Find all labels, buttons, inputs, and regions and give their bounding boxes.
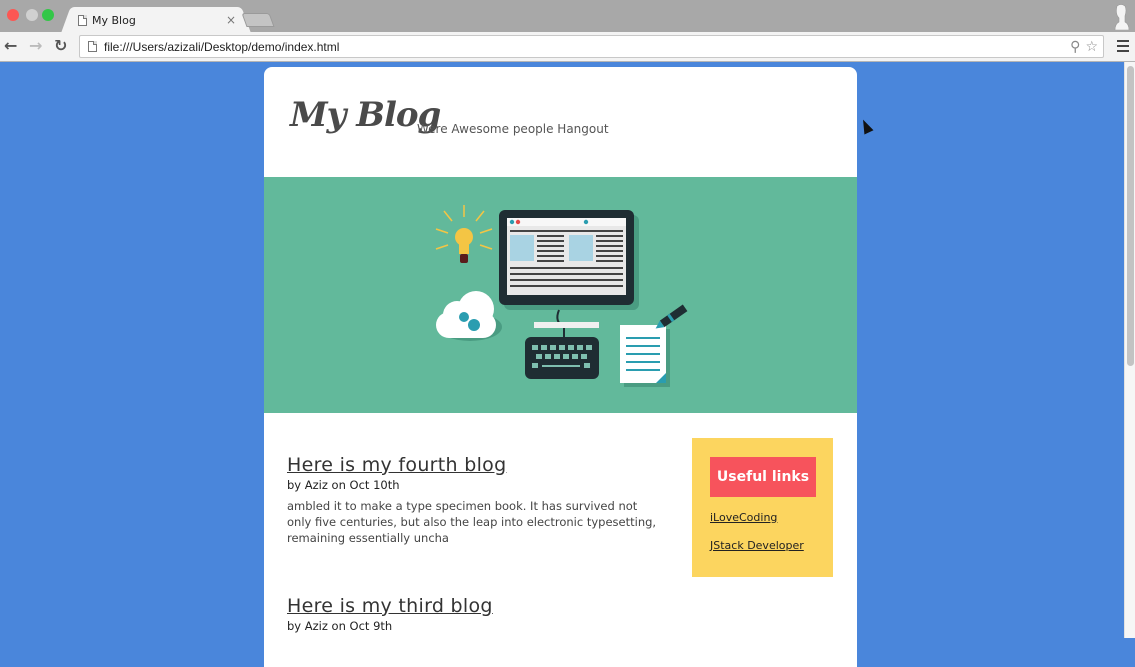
page-icon — [88, 41, 97, 52]
blog-post: Here is my third blog by Aziz on Oct 9th — [287, 595, 667, 633]
back-button[interactable]: ← — [4, 38, 17, 54]
profile-avatar-icon[interactable] — [1113, 4, 1129, 30]
post-meta: by Aziz on Oct 10th — [287, 478, 400, 492]
sidebar-link-ilovecoding[interactable]: iLoveCoding — [710, 511, 777, 524]
browser-chrome: My Blog × ← → ↻ file:///Users/azizali/De… — [0, 0, 1135, 62]
address-bar[interactable]: file:///Users/azizali/Desktop/demo/index… — [79, 35, 1104, 58]
close-window-button[interactable] — [7, 9, 19, 21]
page-viewport: My Blog Were Awesome people Hangout Here… — [0, 62, 1135, 667]
useful-links-sidebar: Useful links iLoveCoding JStack Develope… — [692, 438, 833, 577]
browser-toolbar: ← → ↻ file:///Users/azizali/Desktop/demo… — [0, 32, 1135, 62]
maximize-window-button[interactable] — [42, 9, 54, 21]
tab-close-icon[interactable]: × — [226, 13, 236, 27]
useful-links-heading[interactable]: Useful links — [710, 457, 816, 497]
page-icon — [78, 14, 87, 26]
tab-strip: My Blog × — [0, 0, 1135, 32]
new-tab-button[interactable] — [241, 13, 275, 27]
reload-button[interactable]: ↻ — [54, 38, 67, 54]
zoom-icon[interactable]: ⚲ — [1070, 39, 1080, 55]
site-header: My Blog Were Awesome people Hangout — [264, 67, 857, 177]
scrollbar-thumb[interactable] — [1127, 66, 1134, 366]
site-tagline: Were Awesome people Hangout — [417, 122, 609, 136]
keyboard-icon — [525, 337, 599, 379]
blog-post: Here is my fourth blog by Aziz on Oct 10… — [287, 454, 667, 546]
url-text[interactable]: file:///Users/azizali/Desktop/demo/index… — [104, 40, 1070, 54]
minimize-window-button[interactable] — [26, 9, 38, 21]
hero-illustration — [264, 177, 857, 413]
sidebar-link-jstack-developer[interactable]: JStack Developer — [710, 539, 804, 552]
post-title-link[interactable]: Here is my third blog — [287, 595, 493, 617]
post-excerpt: ambled it to make a type specimen book. … — [287, 499, 657, 545]
menu-icon[interactable] — [1117, 40, 1129, 55]
bookmark-star-icon[interactable]: ☆ — [1085, 39, 1098, 55]
forward-button[interactable]: → — [29, 38, 42, 54]
post-title-link[interactable]: Here is my fourth blog — [287, 454, 506, 476]
post-meta: by Aziz on Oct 9th — [287, 619, 393, 633]
tab-content[interactable]: My Blog × — [78, 11, 236, 29]
blog-container: My Blog Were Awesome people Hangout Here… — [264, 67, 857, 667]
tab-title: My Blog — [92, 13, 136, 27]
vertical-scrollbar[interactable] — [1124, 62, 1135, 638]
